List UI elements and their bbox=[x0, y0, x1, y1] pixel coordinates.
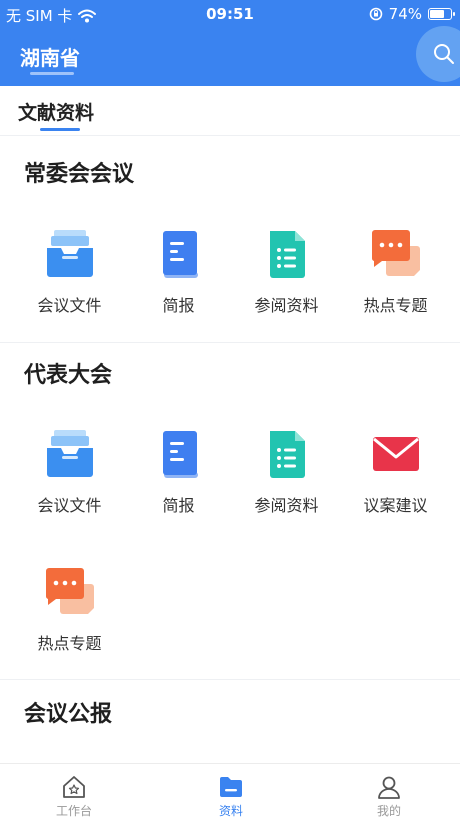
section-title-standing-committee: 常委会会议 bbox=[24, 162, 135, 187]
file-tray-icon bbox=[46, 230, 93, 277]
item-label: 简报 bbox=[162, 296, 195, 315]
battery-icon bbox=[428, 8, 455, 20]
nav-materials[interactable]: 资料 bbox=[181, 774, 281, 819]
chat-bubble-icon bbox=[371, 230, 420, 276]
section-divider bbox=[0, 342, 460, 343]
standing-meeting-files[interactable]: 会议文件 bbox=[12, 228, 127, 316]
congress-reference[interactable]: 参阅资料 bbox=[229, 428, 344, 516]
list-document-icon bbox=[269, 231, 305, 278]
standing-bulletin[interactable]: 简报 bbox=[121, 228, 236, 316]
list-document-icon bbox=[269, 431, 305, 478]
status-right: 74% bbox=[369, 5, 455, 23]
document-icon bbox=[162, 431, 198, 478]
item-label: 参阅资料 bbox=[254, 496, 319, 515]
status-bar: 无 SIM 卡 09:51 74% bbox=[0, 0, 460, 28]
congress-bulletin[interactable]: 简报 bbox=[121, 428, 236, 516]
app-header: 湖南省 bbox=[0, 26, 460, 86]
battery-percent: 74% bbox=[388, 5, 422, 23]
user-icon bbox=[378, 776, 400, 799]
congress-meeting-files[interactable]: 会议文件 bbox=[12, 428, 127, 516]
folder-icon bbox=[220, 777, 242, 797]
tab-indicator bbox=[40, 128, 80, 131]
section-divider bbox=[0, 679, 460, 680]
standing-reference[interactable]: 参阅资料 bbox=[229, 228, 344, 316]
section-title-bulletin: 会议公报 bbox=[24, 702, 113, 727]
nav-label: 我的 bbox=[376, 804, 401, 818]
item-label: 会议文件 bbox=[37, 496, 102, 515]
tab-documents[interactable]: 文献资料 bbox=[18, 98, 94, 125]
bottom-nav: 工作台 资料 我的 bbox=[0, 763, 460, 829]
item-label: 简报 bbox=[162, 496, 195, 515]
standing-hot-topics[interactable]: 热点专题 bbox=[338, 228, 453, 316]
chat-bubble-icon bbox=[45, 568, 94, 614]
file-tray-icon bbox=[46, 430, 93, 477]
item-label: 热点专题 bbox=[37, 634, 102, 653]
nav-workbench[interactable]: 工作台 bbox=[24, 774, 124, 819]
section-title-congress: 代表大会 bbox=[24, 363, 113, 388]
home-icon bbox=[63, 776, 85, 798]
item-label: 会议文件 bbox=[37, 296, 102, 315]
nav-mine[interactable]: 我的 bbox=[339, 774, 439, 819]
item-label: 议案建议 bbox=[363, 496, 428, 515]
nav-label: 资料 bbox=[218, 804, 243, 818]
region-underline bbox=[30, 72, 74, 75]
nav-label: 工作台 bbox=[55, 804, 92, 818]
item-label: 参阅资料 bbox=[254, 296, 319, 315]
battery-fill bbox=[430, 10, 445, 18]
congress-hot-topics[interactable]: 热点专题 bbox=[12, 566, 127, 654]
item-label: 热点专题 bbox=[363, 296, 428, 315]
document-icon bbox=[162, 231, 198, 278]
search-icon bbox=[434, 44, 454, 64]
rotation-lock-icon bbox=[369, 7, 382, 21]
mail-icon bbox=[372, 437, 419, 471]
region-title[interactable]: 湖南省 bbox=[20, 42, 80, 71]
congress-proposals[interactable]: 议案建议 bbox=[338, 428, 453, 516]
search-button[interactable] bbox=[416, 26, 460, 82]
